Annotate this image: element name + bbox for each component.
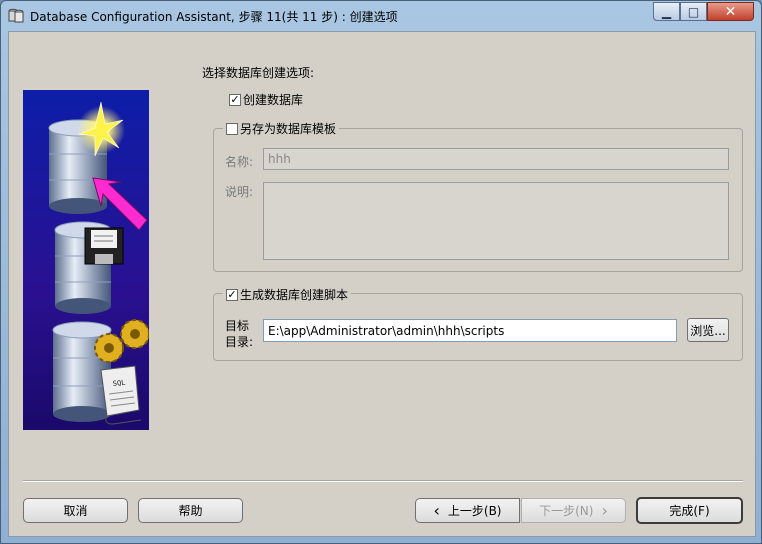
- options-prompt: 选择数据库创建选项:: [202, 66, 315, 80]
- save-as-template-label: 另存为数据库模板: [240, 122, 337, 136]
- floppy-disk-icon: [84, 227, 124, 265]
- cancel-button[interactable]: 取消: [23, 498, 128, 523]
- create-database-label: 创建数据库: [243, 93, 304, 107]
- generate-scripts-checkbox[interactable]: ✓ 生成数据库创建脚本: [223, 286, 352, 303]
- close-button[interactable]: ✕: [707, 2, 754, 21]
- template-name-input[interactable]: [263, 148, 729, 170]
- help-button[interactable]: 帮助: [138, 498, 243, 523]
- chevron-right-icon: ›: [601, 501, 608, 520]
- next-button-label: 下一步(N): [539, 504, 594, 518]
- template-name-label: 名称:: [225, 155, 254, 169]
- browse-button[interactable]: 浏览...: [687, 318, 729, 342]
- database-app-icon: [8, 8, 24, 23]
- template-description-input[interactable]: [263, 182, 729, 260]
- check-icon: ✓: [229, 93, 241, 106]
- window-title: Database Configuration Assistant, 步骤 11(…: [30, 10, 398, 24]
- database-illustration-image: SQL: [23, 90, 149, 430]
- generate-scripts-label: 生成数据库创建脚本: [240, 288, 349, 302]
- back-button-label: 上一步(B): [447, 504, 502, 518]
- title-bar[interactable]: Database Configuration Assistant, 步骤 11(…: [1, 1, 761, 31]
- sql-scroll-icon: SQL: [100, 365, 142, 425]
- back-button[interactable]: ‹ 上一步(B): [415, 498, 520, 523]
- maximize-icon: □: [687, 4, 700, 19]
- template-description-label: 说明:: [225, 185, 254, 199]
- svg-text:SQL: SQL: [112, 379, 125, 388]
- create-database-checkbox[interactable]: ✓ 创建数据库: [229, 91, 303, 108]
- footer-divider: [23, 480, 743, 482]
- chevron-left-icon: ‹: [433, 501, 440, 520]
- finish-button[interactable]: 完成(F): [636, 497, 743, 524]
- destination-label-line2: 目录:: [225, 335, 254, 349]
- minimize-button[interactable]: ▁: [653, 2, 680, 21]
- checkbox-empty-icon: [226, 122, 238, 135]
- pointer-arrow-icon: [92, 177, 148, 231]
- save-as-template-checkbox[interactable]: 另存为数据库模板: [223, 120, 340, 137]
- minimize-icon: ▁: [661, 4, 672, 19]
- check-icon: ✓: [226, 288, 238, 301]
- destination-label-line1: 目标: [225, 319, 250, 333]
- dbca-window: Database Configuration Assistant, 步骤 11(…: [0, 0, 762, 544]
- maximize-button[interactable]: □: [680, 2, 707, 21]
- dialog-content: SQL 选择数据库创建选项: ✓ 创建数据库 另存为数据库模板 名称: 说明: …: [8, 31, 756, 537]
- destination-directory-input[interactable]: [263, 319, 677, 342]
- close-icon: ✕: [724, 3, 737, 20]
- next-button[interactable]: 下一步(N) ›: [521, 498, 626, 523]
